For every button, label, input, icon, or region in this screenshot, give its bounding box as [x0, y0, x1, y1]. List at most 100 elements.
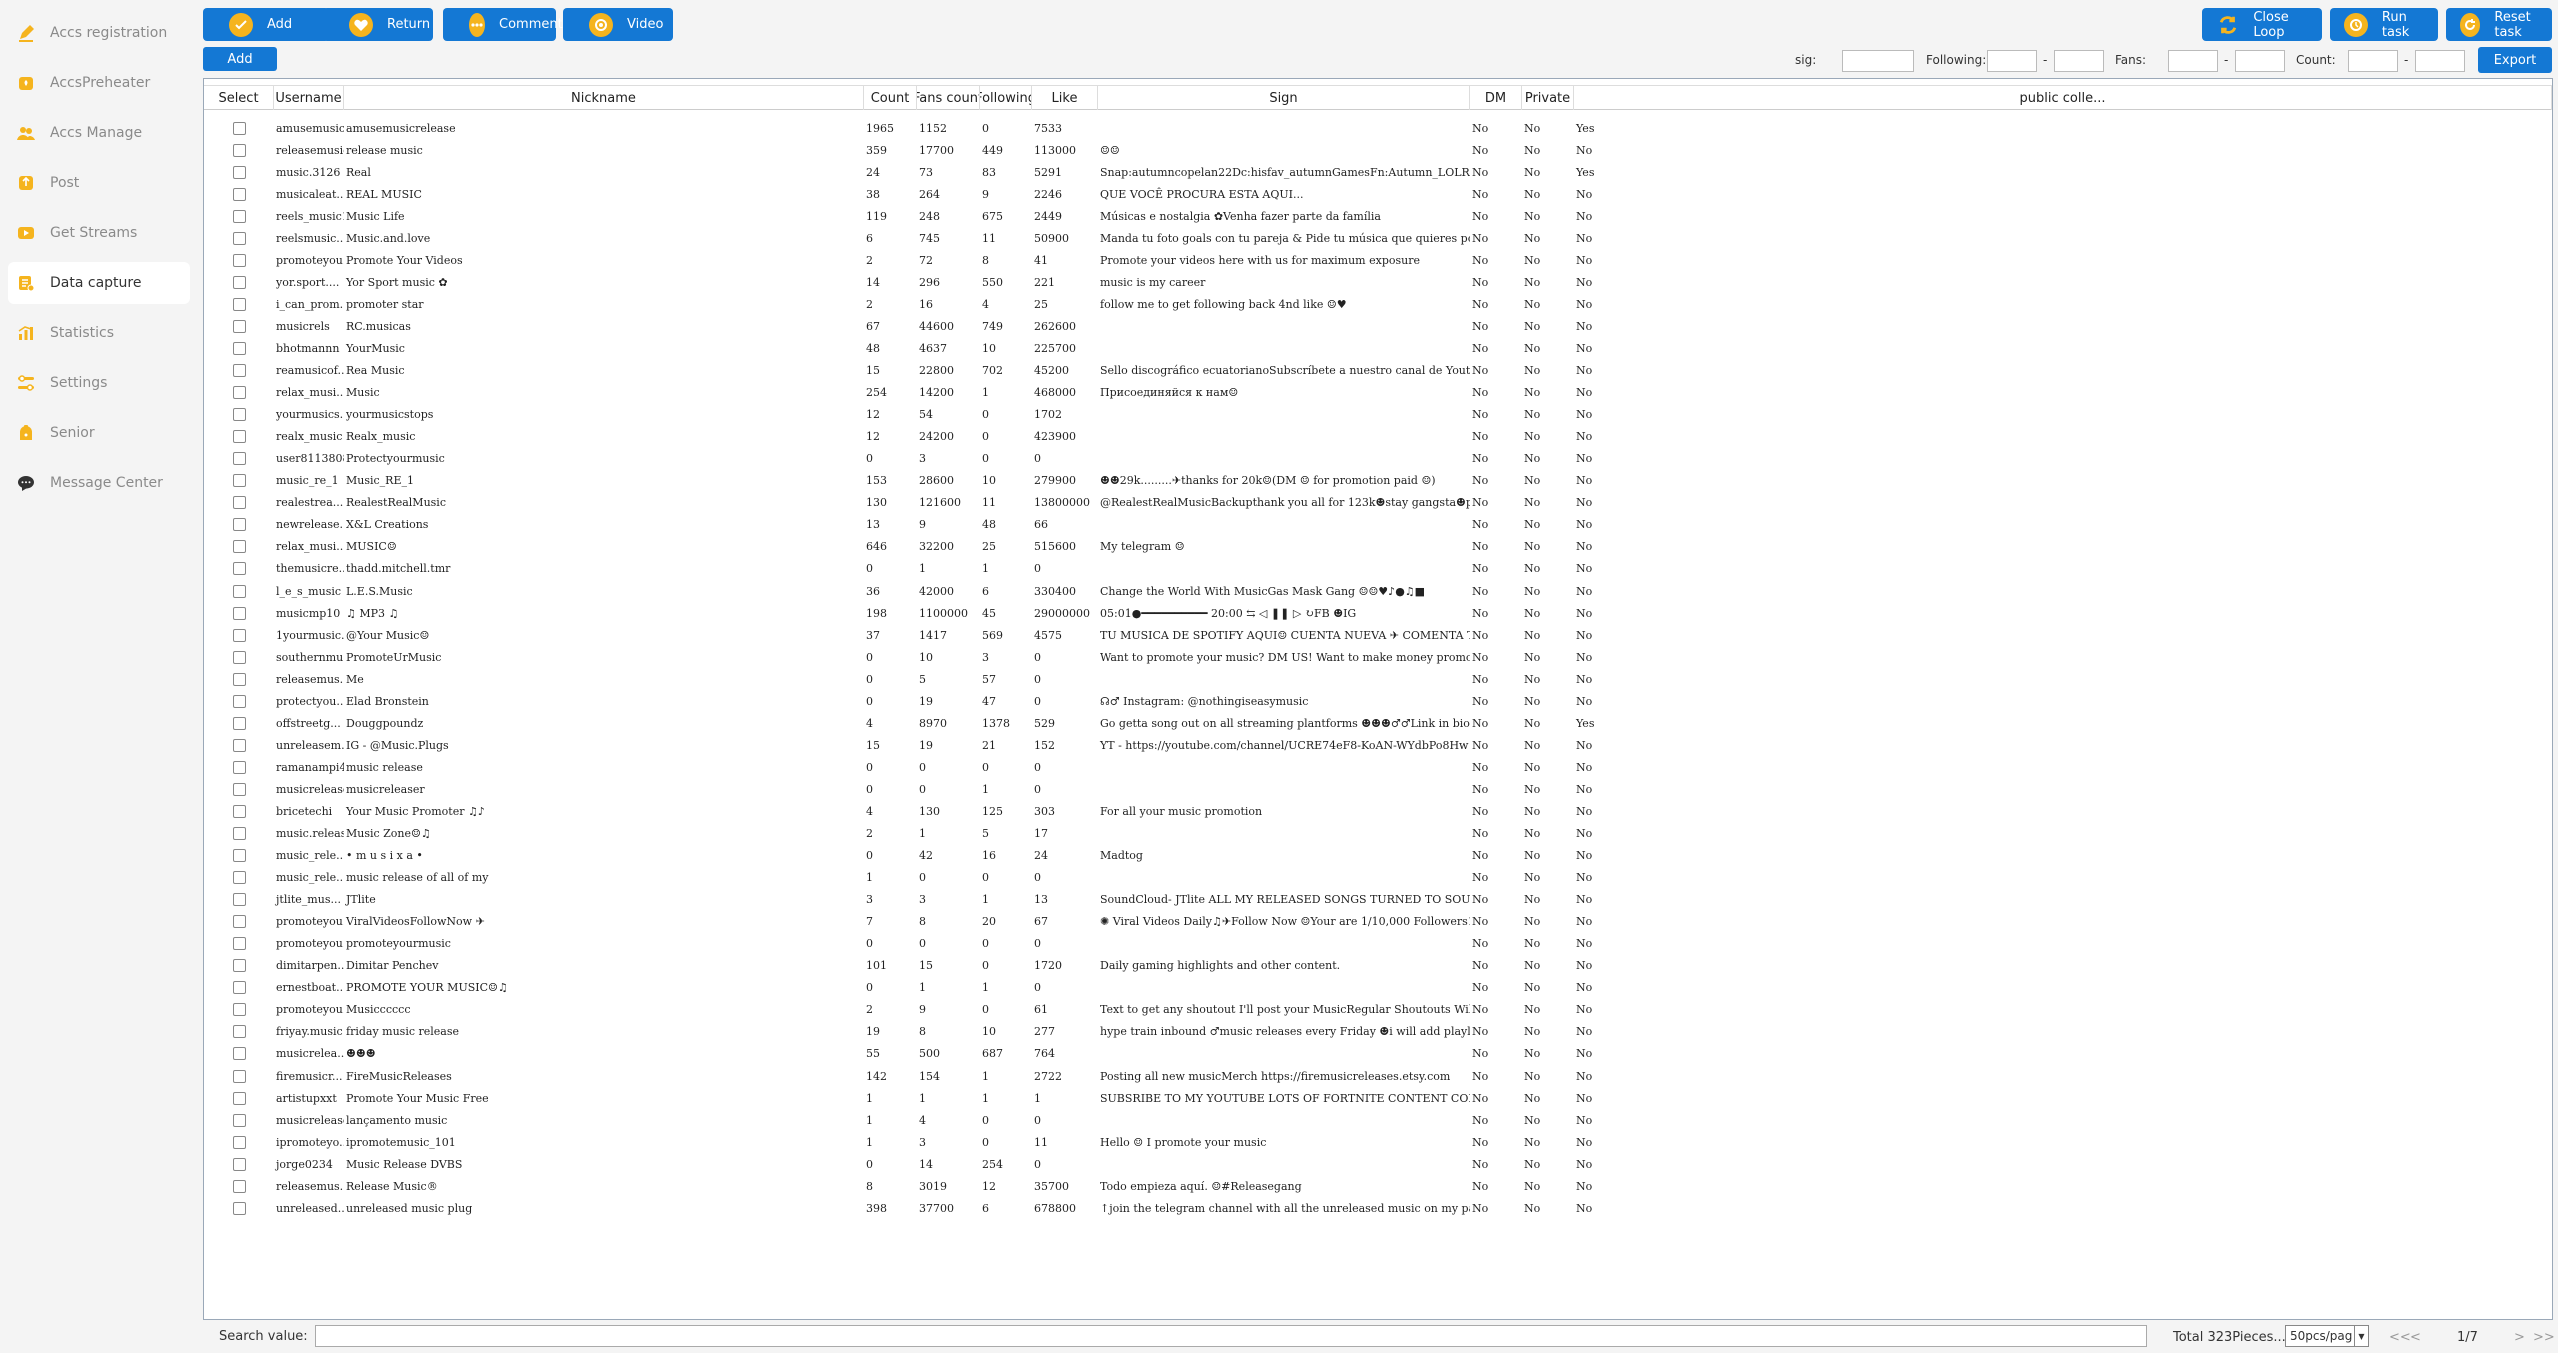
table-row[interactable]: southernmu...PromoteUrMusic 0 10 3 0 Want to … [204, 646, 2552, 668]
video-button[interactable]: Video [563, 8, 673, 41]
comments-button[interactable]: Comments [443, 8, 569, 41]
row-checkbox[interactable] [232, 253, 246, 267]
row-checkbox[interactable] [232, 165, 246, 179]
sidebar-item-senior[interactable]: Senior [8, 412, 190, 454]
row-checkbox[interactable] [232, 1003, 246, 1017]
row-checkbox[interactable] [232, 364, 246, 378]
table-row[interactable]: ernestboat... PROMOTE YOUR MUSIC☺♫ 0 1 1 0 No N… [204, 977, 2552, 999]
table-row[interactable]: protectyou... Elad Bronstein 0 19 47 0 ☊♂ Inst… [204, 690, 2552, 712]
row-checkbox[interactable] [232, 628, 246, 642]
row-checkbox[interactable] [232, 452, 246, 466]
next-page-button[interactable]: > [2514, 1330, 2525, 1345]
row-checkbox[interactable] [232, 584, 246, 598]
row-checkbox[interactable] [232, 1113, 246, 1127]
table-row[interactable]: user811380819Protectyourmusic 0 3 0 0 No No No [204, 448, 2552, 470]
row-checkbox[interactable] [232, 937, 246, 951]
table-row[interactable]: musicaleat... REAL MUSIC 38 264 9 2246 QUE VOC… [204, 183, 2552, 205]
table-row[interactable]: unreleasem...IG - @Music.Plugs 15 19 21 152 Y… [204, 734, 2552, 756]
sidebar-item-message-center[interactable]: Message Center [8, 462, 190, 504]
row-checkbox[interactable] [232, 1201, 246, 1215]
table-row[interactable]: yourmusics... yourmusicstops 12 54 0 1702 No No… [204, 404, 2552, 426]
table-row[interactable]: bricetechi Your Music Promoter ♫♪ 4 130 125 3… [204, 800, 2552, 822]
row-checkbox[interactable] [232, 782, 246, 796]
row-checkbox[interactable] [232, 143, 246, 157]
table-row[interactable]: music_rele... music release of all of my 1… [204, 867, 2552, 889]
column-header[interactable]: Select [204, 86, 274, 110]
fans-min-input[interactable] [2168, 50, 2218, 72]
row-checkbox[interactable] [232, 849, 246, 863]
row-checkbox[interactable] [232, 297, 246, 311]
fans-max-input[interactable] [2235, 50, 2285, 72]
table-row[interactable]: friyay.music friday music release 19 8 10 277… [204, 1021, 2552, 1043]
sig-input[interactable] [1842, 50, 1914, 72]
row-checkbox[interactable] [232, 606, 246, 620]
table-row[interactable]: reels_music10Music Life 119 248 675 2449 Músi… [204, 205, 2552, 227]
row-checkbox[interactable] [232, 959, 246, 973]
row-checkbox[interactable] [232, 518, 246, 532]
table-row[interactable]: musicrelea... ☻☻☻ 55 500 687 764 No No No [204, 1043, 2552, 1065]
column-header[interactable]: Username [274, 86, 344, 110]
column-header[interactable]: Nickname [344, 86, 864, 110]
row-checkbox[interactable] [232, 827, 246, 841]
table-row[interactable]: musicmp10 ♫ MP3 ♫ 198 1100000 45 29000000 05:0… [204, 602, 2552, 624]
column-header[interactable]: public colle... [1574, 86, 2552, 110]
table-row[interactable]: promoteyou...Musicccccc 2 9 0 61 Text to get … [204, 999, 2552, 1021]
table-row[interactable]: musicreleasermusicreleaser 0 0 1 0 No No No [204, 778, 2552, 800]
row-checkbox[interactable] [232, 187, 246, 201]
row-checkbox[interactable] [232, 893, 246, 907]
sidebar-item-accs-registration[interactable]: Accs registration [8, 12, 190, 54]
sidebar-item-settings[interactable]: Settings [8, 362, 190, 404]
table-row[interactable]: i_can_prom... promoter star 2 16 4 25 follow m… [204, 293, 2552, 315]
table-row[interactable]: amusemusic...amusemusicrelease 1965 1152 0 7… [204, 117, 2552, 139]
table-row[interactable]: jtlite_mus... JTlite 3 3 1 13 SoundCloud- JTli… [204, 889, 2552, 911]
following-min-input[interactable] [1987, 50, 2037, 72]
table-row[interactable]: yor.sport.... Yor Sport music ✿ 14 296 550 22… [204, 271, 2552, 293]
column-header[interactable]: Following [980, 86, 1032, 110]
reset-task-button[interactable]: Reset task [2446, 8, 2552, 41]
row-checkbox[interactable] [232, 915, 246, 929]
page-size-select[interactable]: 50pcs/pag ▼ [2285, 1325, 2369, 1347]
table-row[interactable]: musicrelease lançamento music 1 4 0 0 No No No [204, 1109, 2552, 1131]
row-checkbox[interactable] [232, 1091, 246, 1105]
table-row[interactable]: musicrels RC.musicas 67 44600 749 262600 No No N… [204, 315, 2552, 337]
row-checkbox[interactable] [232, 871, 246, 885]
row-checkbox[interactable] [232, 1135, 246, 1149]
table-row[interactable]: realx_music Realx_music 12 24200 0 423900 No No… [204, 426, 2552, 448]
search-input[interactable] [315, 1325, 2147, 1347]
row-checkbox[interactable] [232, 1179, 246, 1193]
sidebar-item-statistics[interactable]: Statistics [8, 312, 190, 354]
row-checkbox[interactable] [232, 275, 246, 289]
count-max-input[interactable] [2415, 50, 2465, 72]
row-checkbox[interactable] [232, 804, 246, 818]
table-row[interactable]: themusicre... thadd.mitchell.tmr 0 1 1 0 No No N… [204, 558, 2552, 580]
row-checkbox[interactable] [232, 341, 246, 355]
table-row[interactable]: releasemus... Release Music® 8 3019 12 35700 T… [204, 1175, 2552, 1197]
row-checkbox[interactable] [232, 474, 246, 488]
table-row[interactable]: music_rele... • m u s i x a • 0 42 16 24 Madto… [204, 845, 2552, 867]
table-row[interactable]: promoteyou...promoteyourmusic 0 0 0 0 No No No [204, 933, 2552, 955]
add-task-button[interactable]: Add [203, 8, 329, 41]
table-row[interactable]: dimitarpen... Dimitar Penchev 101 15 0 1720 Da… [204, 955, 2552, 977]
row-checkbox[interactable] [232, 1047, 246, 1061]
table-row[interactable]: newrelease... X&L Creations 13 9 48 66 No No No [204, 514, 2552, 536]
row-checkbox[interactable] [232, 231, 246, 245]
row-checkbox[interactable] [232, 1157, 246, 1171]
table-row[interactable]: promoteyou...Promote Your Videos 2 72 8 41 Pr… [204, 249, 2552, 271]
row-checkbox[interactable] [232, 981, 246, 995]
count-min-input[interactable] [2348, 50, 2398, 72]
table-row[interactable]: relax_musi... MUSIC☺ 646 32200 25 515600 My te… [204, 536, 2552, 558]
return-button[interactable]: Return [323, 8, 433, 41]
column-header[interactable]: Fans count [917, 86, 980, 110]
table-row[interactable]: artistupxxt Promote Your Music Free 1 1 1 1 SU… [204, 1087, 2552, 1109]
prev-page-button[interactable]: < [2410, 1330, 2421, 1345]
row-checkbox[interactable] [232, 408, 246, 422]
row-checkbox[interactable] [232, 386, 246, 400]
table-row[interactable]: ramanampi4cmusic release 0 0 0 0 No No No [204, 756, 2552, 778]
table-row[interactable]: reamusicof... Rea Music 15 22800 702 45200 Sel… [204, 360, 2552, 382]
row-checkbox[interactable] [232, 738, 246, 752]
column-header[interactable]: DM [1470, 86, 1522, 110]
sidebar-item-accspreheater[interactable]: AccsPreheater [8, 62, 190, 104]
table-row[interactable]: offstreetg... Douggpoundz 4 8970 1378 529 Go g… [204, 712, 2552, 734]
row-checkbox[interactable] [232, 672, 246, 686]
table-row[interactable]: jorge0234 Music Release DVBS 0 14 254 0 No No No [204, 1153, 2552, 1175]
